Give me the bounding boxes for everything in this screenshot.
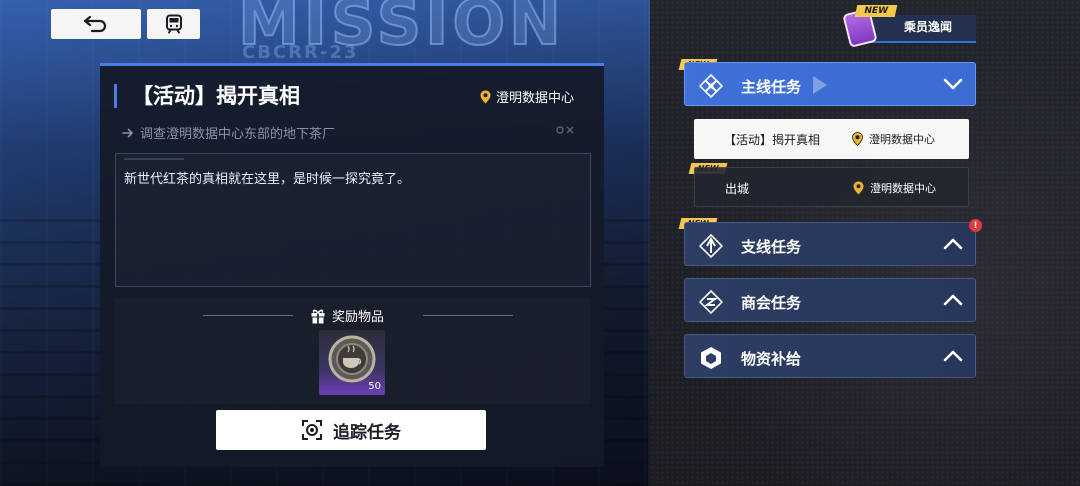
mission-item-location-label: 澄明数据中心	[870, 182, 936, 195]
mission-item-location-label: 澄明数据中心	[869, 133, 935, 146]
track-mission-button[interactable]: 追踪任务	[216, 410, 486, 450]
category-label: 物资补给	[741, 350, 802, 368]
mission-location-label: 澄明数据中心	[495, 91, 574, 106]
chevron-up-icon	[943, 350, 963, 362]
mission-objective: 调查澄明数据中心东部的地下茶厂	[122, 123, 335, 142]
track-mission-label: 追踪任务	[333, 422, 401, 443]
category-label: 商会任务	[741, 294, 802, 312]
crew-anecdotes-label: 乘员逸闻	[904, 20, 953, 34]
supply-icon	[701, 347, 721, 369]
play-arrow-icon	[813, 76, 827, 94]
reward-item-slot[interactable]: 50	[319, 330, 385, 395]
mission-item-location: 澄明数据中心	[852, 131, 935, 147]
mission-title: 【活动】揭开真相	[132, 84, 300, 108]
title-accent-bar	[114, 84, 117, 108]
mission-location: 澄明数据中心	[480, 87, 574, 106]
location-pin-icon	[853, 181, 864, 195]
reward-section: 奖励物品 50	[115, 298, 591, 404]
gift-icon	[311, 309, 325, 323]
chevron-up-icon	[943, 238, 963, 250]
location-pin-icon	[852, 132, 863, 146]
return-arrow-icon	[83, 15, 107, 33]
chevron-up-icon	[943, 294, 963, 306]
category-main-quest[interactable]: 主线任务	[684, 62, 976, 106]
objective-arrow-icon	[122, 128, 133, 137]
mission-description: 新世代红茶的真相就在这里，是时候一探究竟了。	[124, 172, 411, 187]
reward-divider-left	[203, 315, 293, 316]
side-quest-icon	[699, 234, 723, 258]
target-focus-icon	[302, 420, 322, 440]
category-guild-quest[interactable]: 商会任务	[684, 278, 976, 322]
panel-divider	[648, 0, 650, 486]
alert-icon: !	[969, 219, 982, 232]
category-supply[interactable]: 物资补给	[684, 334, 976, 378]
gear-icon	[556, 126, 574, 134]
background-code-text: CBCRR-23	[242, 42, 359, 63]
main-quest-icon	[699, 74, 723, 98]
chevron-down-icon	[943, 78, 963, 90]
train-icon	[165, 14, 182, 34]
category-label: 主线任务	[741, 78, 802, 96]
mission-item-name: 【活动】揭开真相	[724, 133, 821, 147]
reward-title: 奖励物品	[332, 310, 385, 325]
new-badge: NEW	[854, 5, 898, 17]
mission-description-box: 新世代红茶的真相就在这里，是时候一探究竟了。	[115, 153, 591, 287]
category-label: 支线任务	[741, 238, 802, 256]
mission-objective-text: 调查澄明数据中心东部的地下茶厂	[140, 127, 336, 142]
reward-divider-right	[423, 315, 513, 316]
mission-list-item-selected[interactable]: 【活动】揭开真相 澄明数据中心	[694, 119, 969, 159]
crew-anecdotes-button[interactable]: NEW 乘员逸闻	[838, 5, 978, 48]
reward-header: 奖励物品	[310, 306, 384, 325]
guild-quest-icon	[699, 290, 723, 314]
train-button[interactable]	[147, 9, 200, 39]
category-side-quest[interactable]: 支线任务	[684, 222, 976, 266]
mission-list-item[interactable]: 出城 澄明数据中心	[694, 167, 969, 207]
back-button[interactable]	[51, 9, 141, 39]
mission-detail-panel: 【活动】揭开真相 澄明数据中心 调查澄明数据中心东部的地下茶厂 新世代红茶的真相…	[100, 63, 604, 467]
reward-item-count: 50	[368, 381, 381, 392]
mission-item-location: 澄明数据中心	[853, 180, 936, 196]
location-pin-icon	[480, 90, 491, 103]
mission-item-name: 出城	[725, 182, 750, 196]
